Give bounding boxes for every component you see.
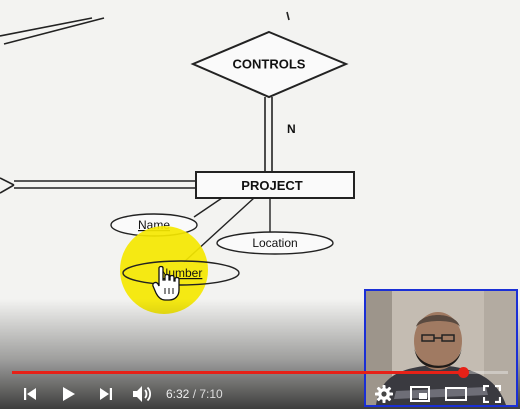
skip-next-icon — [100, 388, 112, 400]
skip-previous-icon — [24, 388, 36, 400]
skip-previous-button[interactable] — [18, 382, 42, 406]
fullscreen-icon — [483, 385, 501, 403]
miniplayer-icon — [410, 386, 430, 402]
gear-icon — [375, 385, 393, 403]
location-attribute-label: Location — [252, 236, 297, 250]
fullscreen-button[interactable] — [480, 382, 504, 406]
time-display: 6:32 / 7:10 — [166, 387, 223, 401]
cardinality-label: N — [287, 122, 296, 136]
current-time: 6:32 — [166, 387, 190, 401]
controls-relationship-label: CONTROLS — [233, 57, 306, 72]
project-entity-label: PROJECT — [241, 178, 302, 193]
skip-next-button[interactable] — [94, 382, 118, 406]
theater-mode-button[interactable] — [444, 382, 468, 406]
theater-mode-icon — [445, 387, 467, 401]
volume-button[interactable] — [130, 382, 154, 406]
time-separator: / — [189, 387, 200, 401]
volume-icon — [133, 386, 152, 402]
video-player[interactable]: CONTROLS N PROJECT Name Location Number … — [0, 0, 520, 409]
player-controls-bar: 6:32 / 7:10 — [0, 378, 520, 409]
play-button[interactable] — [56, 382, 80, 406]
miniplayer-button[interactable] — [408, 382, 432, 406]
duration: 7:10 — [199, 387, 223, 401]
progress-bar-played — [12, 371, 464, 374]
settings-button[interactable] — [372, 382, 396, 406]
play-icon — [63, 387, 75, 401]
progress-bar[interactable] — [12, 367, 508, 378]
